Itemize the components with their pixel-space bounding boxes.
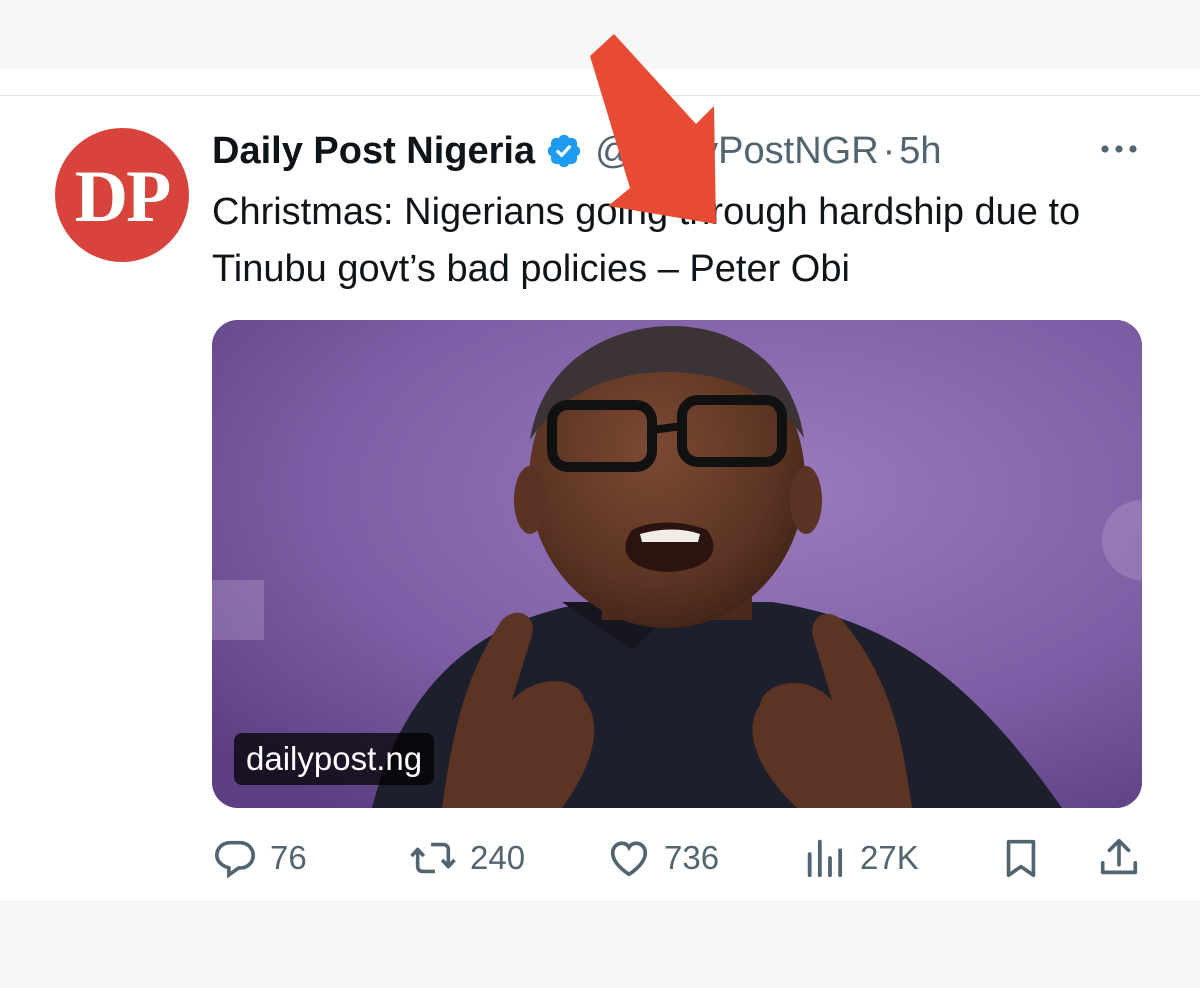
more-horizontal-icon[interactable]: [1096, 134, 1142, 164]
reply-icon: [214, 840, 256, 879]
views-button[interactable]: 27K: [802, 832, 919, 884]
display-name[interactable]: Daily Post Nigeria: [212, 130, 535, 173]
like-button[interactable]: 736: [606, 832, 719, 884]
separator-dot: ·: [882, 129, 896, 172]
bookmark-icon: [1006, 839, 1036, 878]
verified-badge-icon: [545, 132, 583, 170]
bottom-background-band: [0, 900, 1200, 988]
top-background-band: [0, 0, 1200, 70]
share-icon: [1100, 838, 1138, 875]
avatar-logo-text: DP: [74, 155, 172, 238]
tweet-header: Daily Post Nigeria @DailyPostNGR · 5h: [212, 124, 942, 178]
tweet-text: Christmas: Nigerians going through hards…: [212, 191, 1081, 290]
link-card-image[interactable]: dailypost.ng: [212, 320, 1142, 808]
repost-icon: [410, 842, 456, 874]
link-domain-label: dailypost.ng: [234, 733, 435, 785]
bookmark-button[interactable]: [998, 832, 1044, 884]
reply-button[interactable]: 76: [212, 832, 307, 884]
avatar[interactable]: DP: [55, 128, 189, 262]
repost-button[interactable]: 240: [408, 832, 525, 884]
share-button[interactable]: [1096, 832, 1142, 884]
tweet-actions: 76 240 736 27K: [212, 832, 1142, 884]
views-chart-icon: [807, 839, 843, 878]
repost-count: 240: [470, 839, 526, 876]
views-count: 27K: [860, 839, 919, 876]
timeline-divider: [0, 95, 1200, 96]
heart-icon: [610, 841, 648, 877]
reply-count: 76: [270, 839, 307, 876]
handle[interactable]: @DailyPostNGR: [595, 130, 879, 173]
timestamp[interactable]: 5h: [899, 130, 941, 173]
like-count: 736: [664, 839, 720, 876]
